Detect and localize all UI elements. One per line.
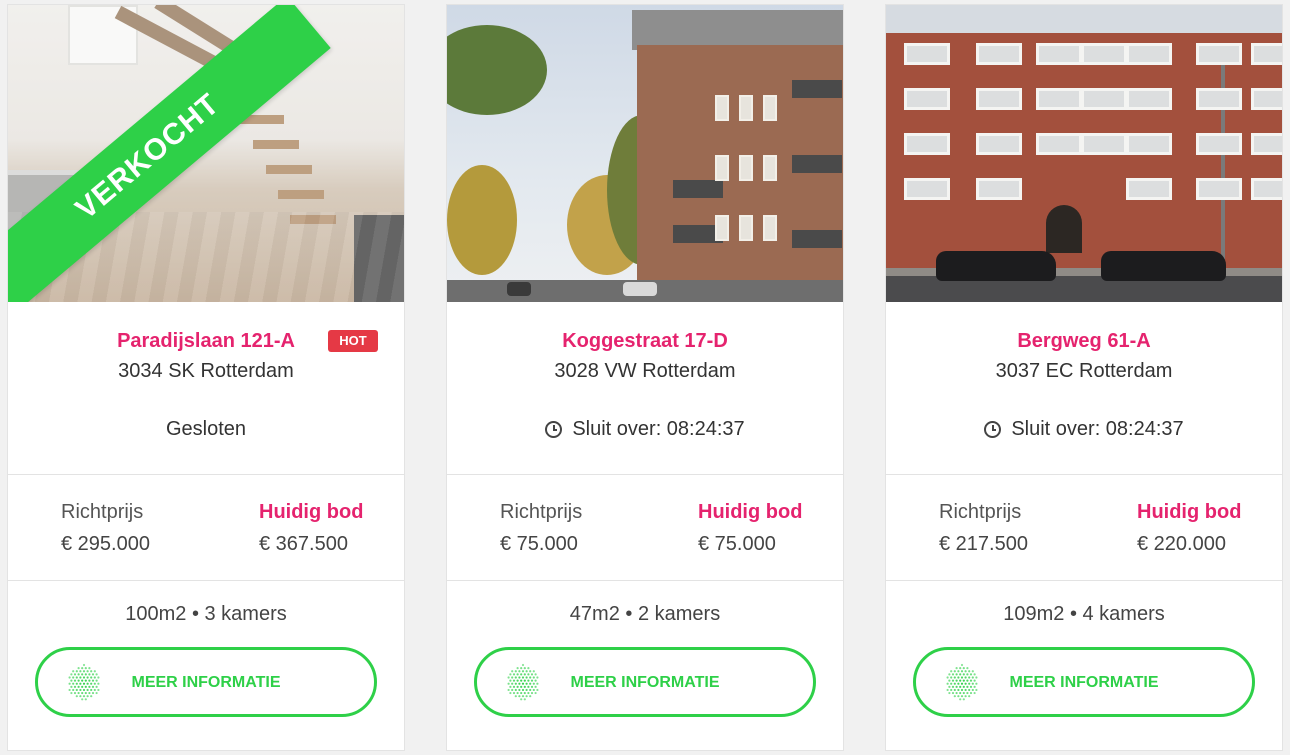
property-card[interactable]: Koggestraat 17-D 3028 VW Rotterdam Sluit… [446,4,844,751]
richtprijs-label: Richtprijs [61,501,144,523]
huidig-bod-label: Huidig bod [1137,501,1242,523]
richtprijs-value: € 75.000 [500,533,578,555]
auction-status: Gesloten [8,418,404,441]
property-specs: 109m2 • 4 kamers [1003,603,1165,625]
huidig-bod-label: Huidig bod [698,501,803,523]
property-specs: 47m2 • 2 kamers [569,603,721,625]
property-specs: 100m2 • 3 kamers [125,603,287,625]
meer-informatie-button[interactable]: MEER INFORMATIE [913,647,1255,717]
property-card[interactable]: VERKOCHT Paradijslaan 121-A HOT 3034 SK … [7,4,405,751]
property-city: 3034 SK Rotterdam [118,360,294,382]
property-city: 3037 EC Rotterdam [995,360,1173,382]
divider [886,580,1282,581]
richtprijs-label: Richtprijs [500,501,583,523]
property-photo[interactable] [886,5,1282,302]
property-card[interactable]: Bergweg 61-A 3037 EC Rotterdam Sluit ove… [885,4,1283,751]
divider [8,580,404,581]
richtprijs-value: € 217.500 [939,533,1028,555]
huidig-bod-value: € 220.000 [1137,533,1226,555]
status-text: Sluit over: 08:24:37 [572,418,745,440]
huidig-bod-value: € 367.500 [259,533,348,555]
button-label: MEER INFORMATIE [1009,674,1159,691]
meer-informatie-button[interactable]: MEER INFORMATIE [35,647,377,717]
divider [447,580,843,581]
auction-status: Sluit over: 08:24:37 [447,418,843,441]
clock-icon [545,421,563,438]
huidig-bod-value: € 75.000 [698,533,776,555]
property-photo[interactable]: VERKOCHT [8,5,404,302]
richtprijs-value: € 295.000 [61,533,150,555]
richtprijs-label: Richtprijs [939,501,1022,523]
clock-icon [984,421,1002,438]
button-label: MEER INFORMATIE [131,674,281,691]
status-text: Sluit over: 08:24:37 [1011,418,1184,440]
property-city: 3028 VW Rotterdam [554,360,736,382]
property-photo[interactable] [447,5,843,302]
property-street[interactable]: Koggestraat 17-D [447,330,843,353]
status-text: Gesloten [165,418,247,440]
price-block: Richtprijs € 295.000 Huidig bod € 367.50… [8,475,404,580]
hot-badge: HOT [328,330,378,352]
property-street[interactable]: Bergweg 61-A [886,330,1282,353]
price-block: Richtprijs € 75.000 Huidig bod € 75.000 [447,475,843,580]
auction-status: Sluit over: 08:24:37 [886,418,1282,441]
button-label: MEER INFORMATIE [570,674,720,691]
price-block: Richtprijs € 217.500 Huidig bod € 220.00… [886,475,1282,580]
meer-informatie-button[interactable]: MEER INFORMATIE [474,647,816,717]
huidig-bod-label: Huidig bod [259,501,364,523]
